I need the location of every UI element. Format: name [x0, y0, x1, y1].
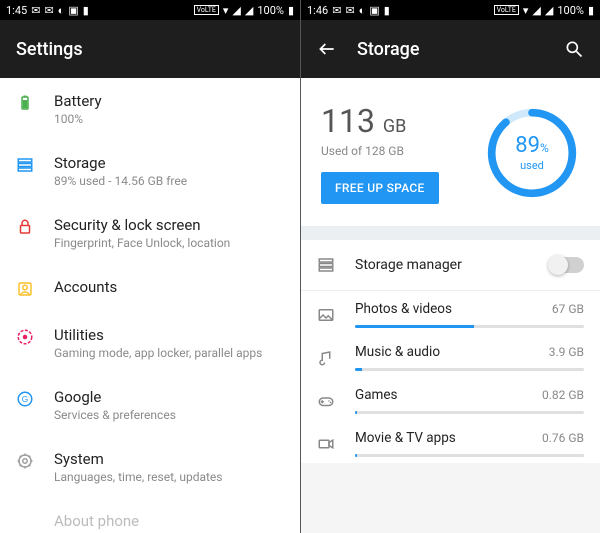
category-bar: [355, 454, 584, 457]
settings-item-storage[interactable]: Storage 89% used - 14.56 GB free: [0, 140, 300, 202]
category-photos[interactable]: Photos & videos 67 GB: [301, 291, 600, 334]
category-size: 3.9 GB: [549, 345, 584, 359]
search-icon: [564, 39, 584, 59]
storage-content[interactable]: 113 GB Used of 128 GB FREE UP SPACE 89% …: [301, 78, 600, 533]
storage-manager-row[interactable]: Storage manager: [301, 240, 600, 290]
settings-item-subtitle: 100%: [54, 112, 284, 126]
settings-item-subtitle: 89% used - 14.56 GB free: [54, 174, 284, 188]
battery-pct: 100%: [557, 4, 584, 17]
back-button[interactable]: [317, 39, 337, 59]
notif-icon: ✉: [44, 4, 53, 17]
category-title: Photos & videos: [355, 301, 452, 317]
total-label: Used of 128 GB: [321, 144, 439, 158]
notif-icon: ✉: [345, 4, 354, 17]
settings-item-title: Battery: [54, 92, 284, 110]
category-music[interactable]: Music & audio 3.9 GB: [301, 334, 600, 377]
signal-icon: ◢: [532, 4, 540, 17]
usage-ring: 89% used: [484, 105, 580, 201]
status-time: 1:46: [307, 4, 328, 17]
lock-icon: [16, 218, 34, 236]
appbar: Settings: [0, 20, 300, 78]
battery-icon: [16, 94, 34, 112]
settings-item-title: Storage: [54, 154, 284, 172]
page-title: Storage: [357, 39, 420, 60]
utilities-icon: [16, 328, 34, 346]
category-bar: [355, 368, 584, 371]
settings-item-title: Security & lock screen: [54, 216, 284, 234]
gear-icon: [16, 452, 34, 470]
settings-item-system[interactable]: System Languages, time, reset, updates: [0, 436, 300, 498]
notif-icon: ◐: [58, 4, 65, 17]
free-up-space-button[interactable]: FREE UP SPACE: [321, 172, 439, 204]
gamepad-icon: [317, 392, 335, 410]
settings-screen: 1:45 ✉ ✉ ◐ ▣ ▮ VoLTE ▾ ◢ ◢ 100% ▮ Settin…: [0, 0, 300, 533]
music-icon: [317, 349, 335, 367]
settings-item-title: System: [54, 450, 284, 468]
volte-icon: VoLTE: [194, 5, 219, 15]
google-icon: G: [16, 390, 34, 408]
settings-list[interactable]: Battery 100% Storage 89% used - 14.56 GB…: [0, 78, 300, 533]
settings-item-title: About phone: [54, 512, 284, 530]
wifi-icon: ▾: [523, 4, 529, 17]
photo-icon: [317, 306, 335, 324]
storage-summary: 113 GB Used of 128 GB FREE UP SPACE 89% …: [301, 78, 600, 226]
settings-item-security[interactable]: Security & lock screen Fingerprint, Face…: [0, 202, 300, 264]
settings-item-battery[interactable]: Battery 100%: [0, 78, 300, 140]
storage-manager-label: Storage manager: [355, 257, 462, 273]
category-title: Music & audio: [355, 344, 440, 360]
status-time: 1:45: [6, 4, 27, 17]
notif-icon: ✉: [332, 4, 341, 17]
storage-manager-toggle[interactable]: [550, 257, 584, 273]
section-divider: [301, 226, 600, 240]
settings-item-google[interactable]: G Google Services & preferences: [0, 374, 300, 436]
category-games[interactable]: Games 0.82 GB: [301, 377, 600, 420]
search-button[interactable]: [564, 39, 584, 59]
signal-icon: ◢: [545, 4, 553, 17]
battery-icon: ▮: [588, 4, 594, 17]
category-title: Movie & TV apps: [355, 430, 456, 446]
status-bar: 1:45 ✉ ✉ ◐ ▣ ▮ VoLTE ▾ ◢ ◢ 100% ▮: [0, 0, 300, 20]
notif-icon: ▣: [68, 4, 78, 17]
video-icon: [317, 435, 335, 453]
notif-icon: ▣: [369, 4, 379, 17]
wifi-icon: ▾: [223, 4, 229, 17]
storage-icon: [16, 156, 34, 174]
settings-item-about[interactable]: About phone: [0, 498, 300, 533]
category-size: 0.82 GB: [542, 388, 584, 402]
settings-item-title: Accounts: [54, 278, 284, 296]
category-movies[interactable]: Movie & TV apps 0.76 GB: [301, 420, 600, 463]
arrow-left-icon: [317, 39, 337, 59]
settings-item-accounts[interactable]: Accounts: [0, 264, 300, 312]
settings-item-title: Utilities: [54, 326, 284, 344]
battery-icon: ▮: [288, 4, 294, 17]
category-size: 67 GB: [552, 302, 584, 316]
notif-icon: ✉: [31, 4, 40, 17]
page-title: Settings: [16, 39, 83, 60]
settings-item-subtitle: Gaming mode, app locker, parallel apps: [54, 346, 284, 360]
storage-manager-icon: [317, 256, 335, 274]
notif-icon: ▮: [384, 4, 390, 17]
used-amount: 113 GB: [321, 102, 439, 140]
appbar: Storage: [301, 20, 600, 78]
settings-item-subtitle: Languages, time, reset, updates: [54, 470, 284, 484]
notif-icon: ◐: [359, 4, 366, 17]
category-size: 0.76 GB: [542, 431, 584, 445]
signal-icon: ◢: [232, 4, 240, 17]
category-title: Games: [355, 387, 398, 403]
svg-text:G: G: [22, 395, 28, 404]
accounts-icon: [16, 280, 34, 298]
battery-pct: 100%: [257, 4, 284, 17]
category-bar: [355, 325, 584, 328]
notif-icon: ▮: [83, 4, 89, 17]
storage-screen: 1:46 ✉ ✉ ◐ ▣ ▮ VoLTE ▾ ◢ ◢ 100% ▮ Storag…: [300, 0, 600, 533]
volte-icon: VoLTE: [494, 5, 519, 15]
category-bar: [355, 411, 584, 414]
settings-item-subtitle: Fingerprint, Face Unlock, location: [54, 236, 284, 250]
settings-item-title: Google: [54, 388, 284, 406]
settings-item-utilities[interactable]: Utilities Gaming mode, app locker, paral…: [0, 312, 300, 374]
settings-item-subtitle: Services & preferences: [54, 408, 284, 422]
signal-icon: ◢: [245, 4, 253, 17]
status-bar: 1:46 ✉ ✉ ◐ ▣ ▮ VoLTE ▾ ◢ ◢ 100% ▮: [301, 0, 600, 20]
